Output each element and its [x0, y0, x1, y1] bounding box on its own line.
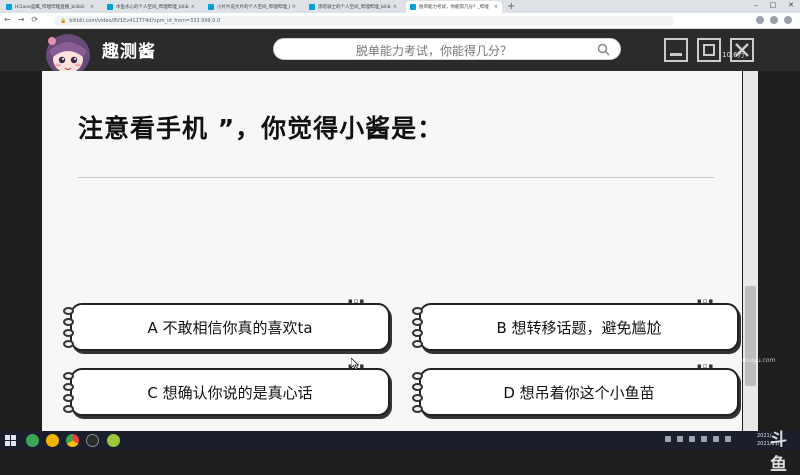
- browser-tab-1[interactable]: Hi1ane蓝鹰_哔哩哔哩直播_bilibili ×: [2, 1, 98, 13]
- card-corner-dots-icon: ▪▫▪: [697, 362, 715, 370]
- browser-tab-3[interactable]: 小片片说大片的个人空间_哔哩哔哩_bilibili ×: [204, 1, 300, 13]
- extensions-area: [756, 16, 792, 24]
- taskbar-app-icon[interactable]: [46, 434, 59, 447]
- question-text: 注意看手机 ”，你觉得小酱是：: [78, 114, 444, 143]
- url-field[interactable]: 🔒 bilibili.com/video/BV1Ev411T74d?spm_id_…: [54, 16, 674, 26]
- browser-tab-4[interactable]: 黑暗骑士的个人空间_哔哩哔哩_bilibili ×: [305, 1, 401, 13]
- page-scrollbar-thumb[interactable]: [745, 286, 756, 386]
- menu-icon[interactable]: [784, 16, 792, 24]
- bilibili-favicon-icon: [208, 4, 214, 10]
- binder-rings-icon: [62, 304, 78, 350]
- search-icon[interactable]: [597, 43, 610, 56]
- address-bar: ← → ⟳ 🔒 bilibili.com/video/BV1Ev411T74d?s…: [0, 13, 800, 29]
- option-d-button[interactable]: D 想吊着你这个小鱼苗: [419, 368, 739, 416]
- binder-rings-icon: [411, 369, 427, 415]
- taskbar-app-icon[interactable]: [107, 434, 120, 447]
- input-method-icon[interactable]: [725, 436, 731, 442]
- option-b-button[interactable]: B 想转移话题，避免尴尬: [419, 303, 739, 351]
- question-divider: [78, 177, 714, 178]
- bilibili-favicon-icon: [309, 4, 315, 10]
- network-icon[interactable]: [701, 436, 707, 442]
- tray-icon[interactable]: [665, 436, 671, 442]
- nav-buttons: ← → ⟳: [4, 15, 38, 24]
- tab-title: Hi1ane蓝鹰_哔哩哔哩直播_bilibili: [15, 5, 85, 10]
- binder-rings-icon: [62, 369, 78, 415]
- obs-taskbar-icon[interactable]: [86, 434, 99, 447]
- option-d-label: D 想吊着你这个小鱼苗: [503, 383, 655, 402]
- card-corner-dots-icon: ▪▫▪: [697, 297, 715, 305]
- minimize-icon[interactable]: [664, 38, 688, 62]
- taskbar-app-icon[interactable]: [26, 434, 39, 447]
- tab-title: 黑暗骑士的个人空间_哔哩哔哩_bilibili: [318, 5, 391, 10]
- option-c-button[interactable]: C 想确认你说的是真心话: [70, 368, 390, 416]
- browser-window-controls: – □ ✕: [754, 1, 794, 9]
- tab-close-icon[interactable]: ×: [90, 4, 94, 10]
- search-box[interactable]: 脱单能力考试，你能得几分？: [273, 38, 621, 60]
- bilibili-favicon-icon: [107, 4, 113, 10]
- quiz-panel: 注意看手机 ”，你觉得小酱是： A 不敢相信你真的喜欢ta B 想转移话题，避免…: [42, 71, 742, 431]
- option-a-button[interactable]: A 不敢相信你真的喜欢ta: [70, 303, 390, 351]
- browser-tab-strip: Hi1ane蓝鹰_哔哩哔哩直播_bilibili × 木鱼水心的个人空间_哔哩哔…: [0, 0, 800, 13]
- option-a-label: A 不敢相信你真的喜欢ta: [147, 318, 313, 337]
- app-brand-title: 趣测酱: [102, 42, 156, 62]
- search-placeholder: 脱单能力考试，你能得几分？: [355, 44, 512, 58]
- card-corner-dots-icon: ▪▫▪: [348, 297, 366, 305]
- browser-maximize-button[interactable]: □: [770, 1, 777, 9]
- url-text: bilibili.com/video/BV1Ev411T74d?spm_id_f…: [69, 18, 221, 24]
- back-arrow-icon[interactable]: ←: [4, 15, 11, 24]
- option-b-label: B 想转移话题，避免尴尬: [496, 318, 662, 337]
- tab-close-icon[interactable]: ×: [494, 4, 498, 10]
- watermark-url: douyu.com: [742, 357, 776, 364]
- browser-tab-2[interactable]: 木鱼水心的个人空间_哔哩哔哩_bilibili ×: [103, 1, 199, 13]
- new-tab-button[interactable]: +: [507, 1, 515, 12]
- browser-close-button[interactable]: ✕: [788, 1, 794, 9]
- bilibili-favicon-icon: [6, 4, 12, 10]
- browser-tab-5-active[interactable]: 脱单能力考试，你能得几分？_哔哩 ×: [406, 1, 502, 13]
- watermark-logo: 斗鱼: [770, 430, 787, 475]
- tab-close-icon[interactable]: ×: [191, 4, 195, 10]
- tab-close-icon[interactable]: ×: [393, 4, 397, 10]
- mouse-cursor-icon: [351, 358, 359, 370]
- volume-icon[interactable]: [713, 436, 719, 442]
- windows-start-icon[interactable]: [5, 435, 16, 446]
- tab-title: 脱单能力考试，你能得几分？_哔哩: [419, 5, 489, 10]
- chrome-taskbar-icon[interactable]: [66, 434, 79, 447]
- view-count: 10.6万: [722, 51, 745, 59]
- profile-avatar-icon[interactable]: [770, 16, 778, 24]
- extension-icon[interactable]: [756, 16, 764, 24]
- binder-rings-icon: [411, 304, 427, 350]
- bilibili-favicon-icon: [410, 4, 416, 10]
- lock-icon: 🔒: [60, 18, 67, 24]
- tray-icon[interactable]: [677, 436, 683, 442]
- tab-title: 木鱼水心的个人空间_哔哩哔哩_bilibili: [116, 5, 189, 10]
- reload-icon[interactable]: ⟳: [31, 15, 38, 24]
- tray-icon[interactable]: [689, 436, 695, 442]
- system-tray: [665, 436, 731, 442]
- forward-arrow-icon[interactable]: →: [18, 15, 25, 24]
- option-c-label: C 想确认你说的是真心话: [147, 383, 313, 402]
- browser-minimize-button[interactable]: –: [754, 1, 758, 9]
- tab-title: 小片片说大片的个人空间_哔哩哔哩_bilibili: [217, 5, 290, 10]
- maximize-icon[interactable]: [697, 38, 721, 62]
- tab-close-icon[interactable]: ×: [292, 4, 296, 10]
